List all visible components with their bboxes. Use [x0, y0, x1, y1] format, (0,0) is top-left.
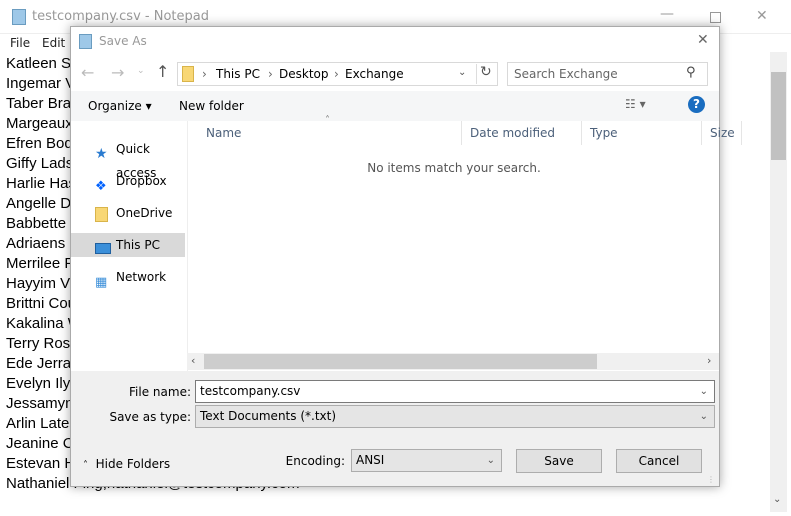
address-bar[interactable]: › This PC › Desktop › Exchange ⌄ ↻: [177, 62, 498, 86]
dialog-title-bar: Save As ✕: [71, 27, 719, 55]
back-icon[interactable]: ←: [81, 63, 94, 82]
up-icon[interactable]: ↑: [156, 62, 169, 81]
help-icon[interactable]: ?: [688, 96, 705, 113]
minimize-button[interactable]: —: [660, 6, 674, 22]
dialog-toolbar: Organize ▾ New folder ☷ ▾ ?: [71, 91, 719, 121]
network-icon: ▦: [95, 275, 108, 290]
column-date-modified[interactable]: Date modified: [462, 121, 582, 145]
empty-message: No items match your search.: [367, 161, 541, 175]
nav-item-network[interactable]: ▦ Network: [71, 265, 185, 290]
star-icon: ★: [95, 146, 108, 162]
notepad-title: testcompany.csv - Notepad: [32, 9, 209, 24]
chevron-up-icon: ˄: [83, 460, 88, 471]
nav-item-label: OneDrive: [116, 206, 173, 220]
forward-icon[interactable]: →: [111, 63, 124, 82]
nav-item-label: Network: [116, 270, 167, 284]
column-size[interactable]: Size: [702, 121, 742, 145]
search-input[interactable]: Search Exchange ⚲: [507, 62, 708, 86]
breadcrumb-exchange[interactable]: Exchange: [345, 67, 404, 81]
dropbox-icon: ❖: [95, 179, 107, 194]
breadcrumb-desktop[interactable]: Desktop: [279, 67, 329, 81]
notepad-icon: [79, 34, 92, 49]
nav-item-label: Dropbox: [116, 174, 167, 188]
column-name[interactable]: Name: [198, 121, 462, 145]
close-button[interactable]: ✕: [756, 8, 768, 24]
folder-icon: [95, 206, 111, 222]
horizontal-scrollbar[interactable]: ‹ ›: [187, 353, 719, 370]
dialog-close-button[interactable]: ✕: [697, 32, 709, 48]
file-list[interactable]: ˄ Name Date modified Type Size No items …: [187, 115, 742, 371]
encoding-select[interactable]: ANSI ⌄: [351, 449, 502, 472]
view-options-icon[interactable]: ☷ ▾: [625, 97, 646, 111]
folder-icon: [182, 66, 194, 82]
maximize-button[interactable]: [710, 12, 721, 23]
search-icon[interactable]: ⚲: [686, 65, 696, 80]
save-as-dialog: Save As ✕ ← → ⌄ ↑ › This PC › Desktop › …: [70, 26, 742, 487]
nav-item-label: This PC: [116, 238, 160, 252]
nav-item-this-pc[interactable]: This PC: [71, 233, 185, 257]
search-placeholder: Search Exchange: [514, 67, 618, 81]
save-as-type-select[interactable]: Text Documents (*.txt) ⌄: [195, 405, 715, 428]
scrollbar-thumb[interactable]: [771, 72, 786, 160]
refresh-icon[interactable]: ↻: [476, 64, 492, 84]
recent-dropdown-icon[interactable]: ⌄: [137, 66, 145, 76]
file-name-input[interactable]: testcompany.csv ⌄: [195, 380, 715, 403]
dialog-title: Save As: [99, 34, 147, 48]
nav-item-onedrive[interactable]: OneDrive: [71, 201, 185, 225]
encoding-label: Encoding:: [285, 454, 345, 468]
organize-button[interactable]: Organize ▾: [88, 99, 152, 113]
navigation-pane: ★ Quick access ❖ Dropbox OneDrive This PC ▦ Net…: [71, 121, 187, 371]
hide-folders-button[interactable]: ˄ Hide Folders: [83, 457, 170, 471]
save-button[interactable]: Save: [516, 449, 602, 473]
column-type[interactable]: Type: [582, 121, 702, 145]
nav-item-dropbox[interactable]: ❖ Dropbox: [71, 169, 185, 194]
chevron-down-icon[interactable]: ⌄: [458, 67, 466, 78]
new-folder-button[interactable]: New folder: [179, 99, 244, 113]
cancel-button[interactable]: Cancel: [616, 449, 702, 473]
nav-item-quick-access[interactable]: ★ Quick access: [71, 137, 185, 180]
notepad-icon: [12, 9, 26, 25]
scroll-down-icon[interactable]: ⌄: [773, 494, 781, 505]
save-as-type-label: Save as type:: [109, 410, 191, 424]
resize-grip-icon[interactable]: ⋮: [707, 475, 715, 484]
breadcrumb-this-pc[interactable]: This PC: [216, 67, 260, 81]
address-bar-area: ← → ⌄ ↑ › This PC › Desktop › Exchange ⌄…: [71, 55, 719, 91]
scrollbar-thumb[interactable]: [204, 354, 597, 369]
computer-icon: [95, 238, 111, 254]
file-name-label: File name:: [129, 385, 191, 399]
menu-file[interactable]: File: [10, 36, 30, 50]
menu-edit[interactable]: Edit: [42, 36, 65, 50]
